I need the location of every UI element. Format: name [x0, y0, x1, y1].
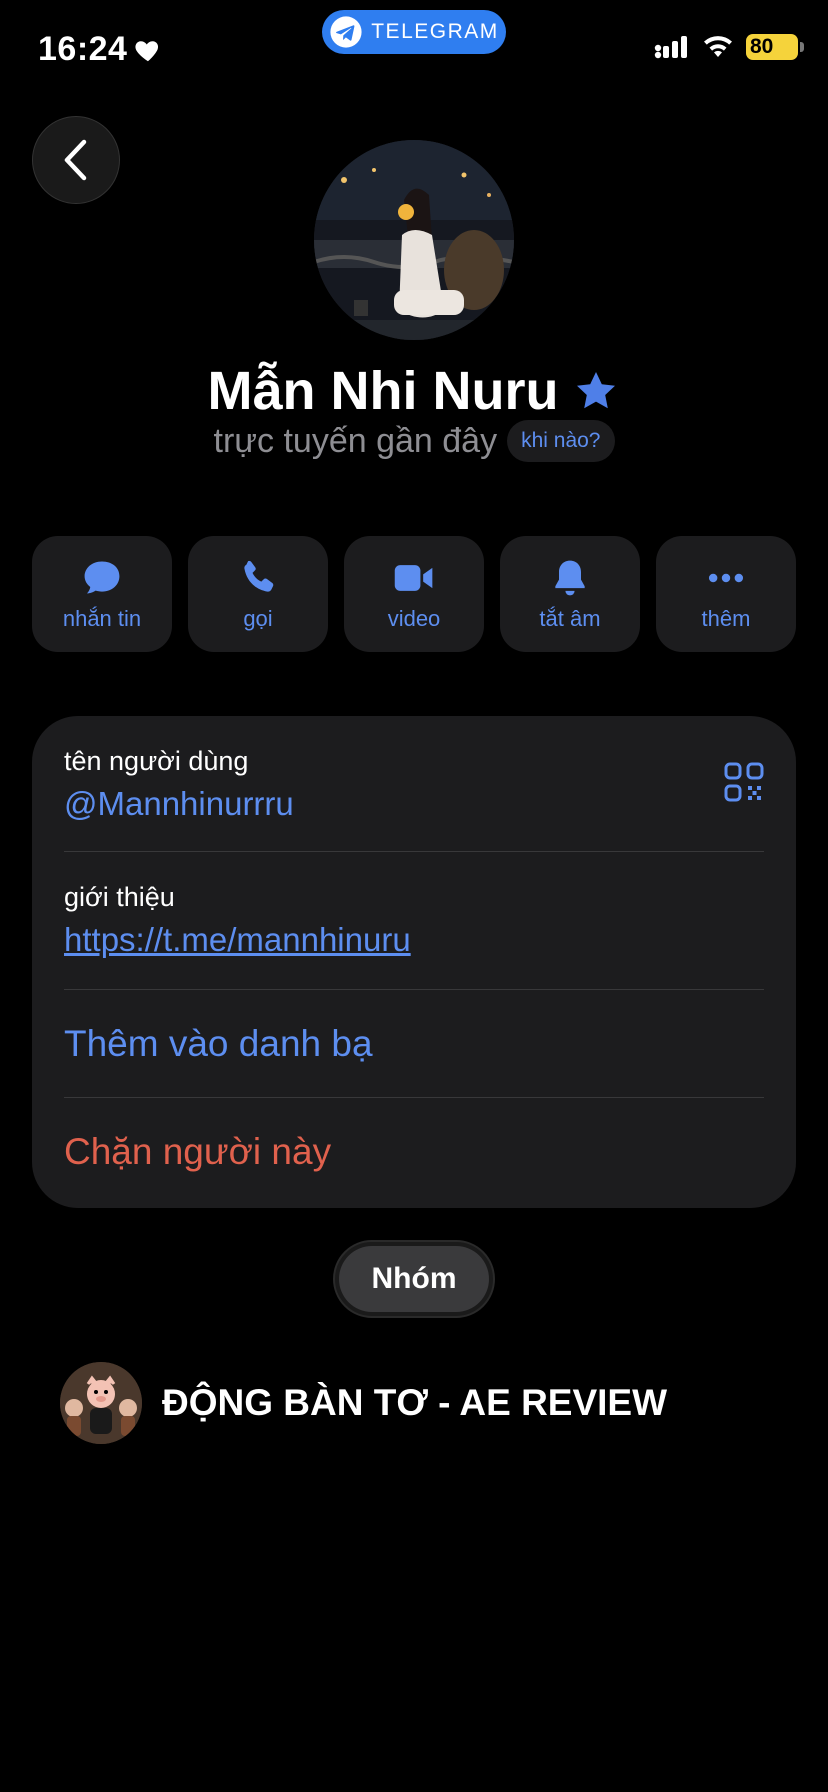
call-label: gọi — [243, 606, 273, 631]
group-list-item[interactable]: ĐỘNG BÀN TƠ - AE REVIEW — [60, 1362, 667, 1444]
tab-groups[interactable]: Nhóm — [333, 1240, 495, 1318]
message-icon — [84, 561, 120, 594]
profile-status-row: trực tuyến gần đây khi nào? — [0, 420, 828, 462]
video-icon — [394, 565, 433, 591]
battery-level: 80 — [750, 35, 774, 58]
status-bar: 16:24 TELEGRAM 80 — [0, 0, 828, 100]
mute-button[interactable]: tắt âm — [500, 536, 640, 652]
more-label: thêm — [701, 606, 751, 631]
message-label: nhắn tin — [62, 606, 142, 631]
username-label: tên người dùng — [64, 746, 249, 776]
profile-name-row: Mẫn Nhi Nuru — [0, 360, 828, 422]
group-avatar — [60, 1362, 142, 1444]
battery-tip — [800, 42, 804, 52]
block-user-row[interactable]: Chặn người này — [64, 1098, 764, 1206]
call-button[interactable]: gọi — [188, 536, 328, 652]
message-button[interactable]: nhắn tin — [32, 536, 172, 652]
star-badge-icon — [577, 372, 616, 409]
telegram-pill[interactable]: TELEGRAM — [322, 10, 506, 54]
bio-label: giới thiệu — [64, 882, 175, 912]
info-card: tên người dùng @Mannhinurrru giới thiệu … — [32, 716, 796, 1208]
bell-icon — [555, 560, 585, 596]
qr-code-icon[interactable] — [724, 762, 764, 802]
username-value[interactable]: @Mannhinurrru — [64, 785, 764, 823]
profile-name: Mẫn Nhi Nuru — [207, 361, 559, 421]
profile-avatar[interactable] — [314, 140, 514, 340]
wifi-icon — [704, 36, 732, 57]
video-button[interactable]: video — [344, 536, 484, 652]
avatar-photo — [314, 140, 514, 340]
clock: 16:24 — [38, 30, 128, 68]
tab-groups-label: Nhóm — [339, 1246, 489, 1312]
telegram-label: TELEGRAM — [371, 20, 499, 43]
more-icon — [708, 573, 744, 583]
status-icons: 80 — [654, 34, 804, 60]
username-section[interactable]: tên người dùng @Mannhinurrru — [64, 716, 764, 852]
back-button[interactable] — [32, 116, 120, 204]
chevron-left-icon — [64, 139, 87, 181]
phone-icon — [244, 560, 274, 592]
add-contact-button[interactable]: Thêm vào danh bạ — [64, 1023, 373, 1065]
telegram-icon — [330, 16, 362, 48]
more-button[interactable]: thêm — [656, 536, 796, 652]
battery-indicator: 80 — [746, 34, 804, 60]
action-buttons: nhắn tin gọi video tắt âm thêm — [32, 536, 796, 652]
group-name: ĐỘNG BÀN TƠ - AE REVIEW — [162, 1382, 668, 1423]
mute-label: tắt âm — [539, 606, 601, 631]
bio-link[interactable]: https://t.me/mannhinuru — [64, 921, 764, 959]
last-seen-status: trực tuyến gần đây — [213, 421, 498, 460]
status-time: 16:24 — [38, 30, 163, 69]
when-button[interactable]: khi nào? — [507, 420, 615, 462]
add-contact-row[interactable]: Thêm vào danh bạ — [64, 990, 764, 1098]
signal-icon — [654, 36, 687, 59]
video-label: video — [387, 606, 441, 631]
block-user-button[interactable]: Chặn người này — [64, 1131, 331, 1173]
bio-section: giới thiệu https://t.me/mannhinuru — [64, 852, 764, 990]
heart-icon — [135, 40, 159, 61]
